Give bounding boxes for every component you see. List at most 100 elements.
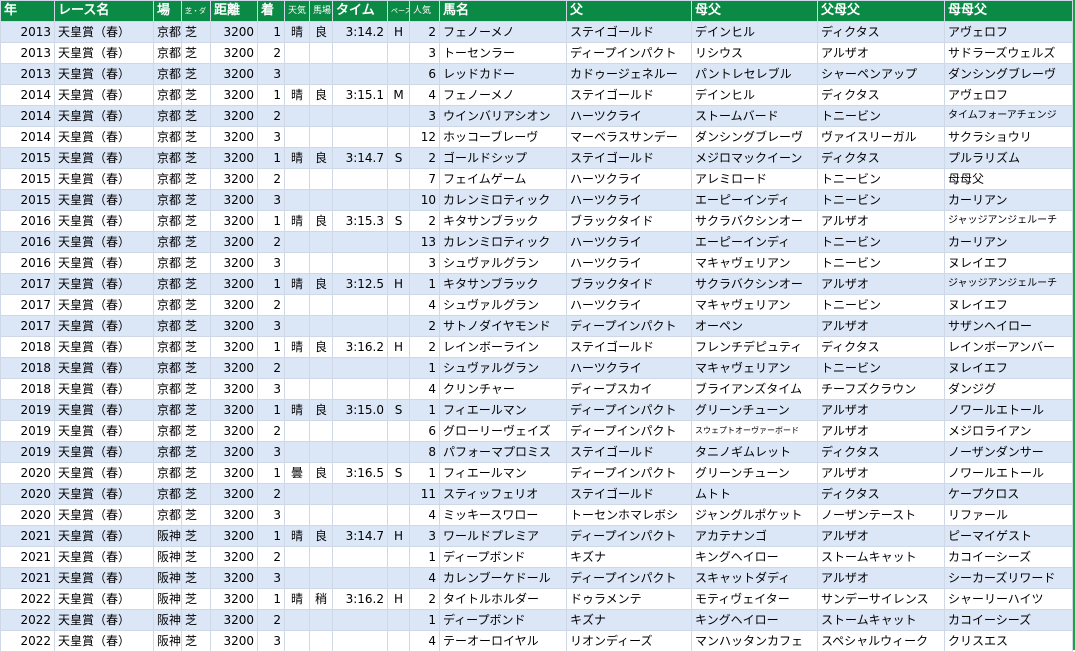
cell-race[interactable]: 天皇賞（春） — [54, 609, 154, 631]
cell-dam-sire[interactable]: マキャヴェリアン — [691, 252, 818, 274]
cell-year[interactable]: 2022 — [0, 609, 55, 631]
cell-dam-sire[interactable]: グリーンチューン — [691, 399, 818, 421]
cell-sire[interactable]: カドゥージェネルー — [566, 63, 692, 85]
cell-sire[interactable]: ディープインパクト — [566, 567, 692, 589]
cell-horse[interactable]: タイトルホルダー — [439, 588, 567, 610]
cell-race[interactable]: 天皇賞（春） — [54, 42, 154, 64]
cell-place[interactable]: 2 — [257, 105, 285, 127]
cell-race[interactable]: 天皇賞（春） — [54, 336, 154, 358]
cell-sire[interactable]: リオンディーズ — [566, 630, 692, 652]
cell-sire[interactable]: キズナ — [566, 609, 692, 631]
cell-popularity[interactable]: 4 — [409, 630, 440, 652]
cell-time[interactable] — [332, 483, 388, 505]
cell-pace[interactable] — [387, 315, 410, 337]
cell-pace[interactable]: H — [387, 336, 410, 358]
cell-pace[interactable] — [387, 504, 410, 526]
cell-horse[interactable]: レインボーライン — [439, 336, 567, 358]
cell-popularity[interactable]: 2 — [409, 336, 440, 358]
cell-weather[interactable] — [284, 567, 310, 589]
cell-distance[interactable]: 3200 — [210, 567, 258, 589]
cell-pace[interactable] — [387, 567, 410, 589]
cell-horse[interactable]: ゴールドシップ — [439, 147, 567, 169]
cell-horse[interactable]: キタサンブラック — [439, 210, 567, 232]
cell-weather[interactable]: 晴 — [284, 210, 310, 232]
cell-popularity[interactable]: 1 — [409, 462, 440, 484]
cell-popularity[interactable]: 4 — [409, 84, 440, 106]
cell-place[interactable]: 2 — [257, 231, 285, 253]
cell-going[interactable] — [309, 231, 333, 253]
cell-dam-sire[interactable]: スキャットダディ — [691, 567, 818, 589]
cell-venue[interactable]: 京都 — [153, 63, 182, 85]
cell-place[interactable]: 1 — [257, 525, 285, 547]
cell-going[interactable] — [309, 42, 333, 64]
cell-dam-dam-sire[interactable]: サザンヘイロー — [944, 315, 1073, 337]
cell-dam-dam-sire[interactable]: サドラーズウェルズ — [944, 42, 1073, 64]
cell-year[interactable]: 2019 — [0, 420, 55, 442]
cell-year[interactable]: 2021 — [0, 546, 55, 568]
cell-dam-sire[interactable]: ムトト — [691, 483, 818, 505]
cell-going[interactable] — [309, 546, 333, 568]
cell-surface[interactable]: 芝 — [181, 525, 211, 547]
cell-race[interactable]: 天皇賞（春） — [54, 588, 154, 610]
cell-sire[interactable]: ディープインパクト — [566, 525, 692, 547]
cell-horse[interactable]: カレンミロティック — [439, 189, 567, 211]
cell-horse[interactable]: シュヴァルグラン — [439, 357, 567, 379]
cell-venue[interactable]: 阪神 — [153, 630, 182, 652]
cell-venue[interactable]: 京都 — [153, 168, 182, 190]
cell-weather[interactable] — [284, 63, 310, 85]
cell-pace[interactable] — [387, 420, 410, 442]
cell-race[interactable]: 天皇賞（春） — [54, 168, 154, 190]
cell-venue[interactable]: 阪神 — [153, 567, 182, 589]
cell-venue[interactable]: 京都 — [153, 357, 182, 379]
cell-dam-dam-sire[interactable]: カーリアン — [944, 231, 1073, 253]
cell-dam-sire[interactable]: アレミロード — [691, 168, 818, 190]
col-header-distance[interactable]: 距離 — [210, 0, 258, 22]
cell-sire-dam-sire[interactable]: サンデーサイレンス — [817, 588, 945, 610]
cell-weather[interactable] — [284, 315, 310, 337]
cell-place[interactable]: 1 — [257, 147, 285, 169]
cell-distance[interactable]: 3200 — [210, 21, 258, 43]
cell-surface[interactable]: 芝 — [181, 189, 211, 211]
cell-distance[interactable]: 3200 — [210, 609, 258, 631]
cell-sire-dam-sire[interactable]: トニービン — [817, 189, 945, 211]
cell-pace[interactable]: M — [387, 84, 410, 106]
cell-distance[interactable]: 3200 — [210, 231, 258, 253]
cell-dam-sire[interactable]: モティヴェイター — [691, 588, 818, 610]
cell-dam-dam-sire[interactable]: カコイーシーズ — [944, 546, 1073, 568]
cell-race[interactable]: 天皇賞（春） — [54, 420, 154, 442]
cell-popularity[interactable]: 4 — [409, 504, 440, 526]
cell-year[interactable]: 2020 — [0, 483, 55, 505]
cell-sire-dam-sire[interactable]: ディクタス — [817, 483, 945, 505]
cell-place[interactable]: 1 — [257, 84, 285, 106]
cell-going[interactable]: 良 — [309, 462, 333, 484]
col-header-dam-dam-sire[interactable]: 母母父 — [944, 0, 1073, 22]
cell-time[interactable] — [332, 189, 388, 211]
cell-distance[interactable]: 3200 — [210, 273, 258, 295]
cell-popularity[interactable]: 2 — [409, 147, 440, 169]
cell-going[interactable] — [309, 609, 333, 631]
cell-pace[interactable]: H — [387, 588, 410, 610]
cell-dam-dam-sire[interactable]: カーリアン — [944, 189, 1073, 211]
cell-sire-dam-sire[interactable]: アルザオ — [817, 315, 945, 337]
cell-weather[interactable] — [284, 105, 310, 127]
cell-surface[interactable]: 芝 — [181, 231, 211, 253]
cell-pace[interactable] — [387, 483, 410, 505]
cell-dam-sire[interactable]: ストームバード — [691, 105, 818, 127]
cell-sire-dam-sire[interactable]: ストームキャット — [817, 609, 945, 631]
cell-sire-dam-sire[interactable]: ディクタス — [817, 336, 945, 358]
cell-horse[interactable]: ウインバリアシオン — [439, 105, 567, 127]
cell-popularity[interactable]: 3 — [409, 525, 440, 547]
cell-popularity[interactable]: 2 — [409, 21, 440, 43]
cell-dam-sire[interactable]: メジロマックイーン — [691, 147, 818, 169]
col-header-pace[interactable]: ペース — [387, 0, 410, 22]
cell-dam-sire[interactable]: タニノギムレット — [691, 441, 818, 463]
cell-sire[interactable]: ディープインパクト — [566, 420, 692, 442]
cell-horse[interactable]: フェイムゲーム — [439, 168, 567, 190]
cell-sire-dam-sire[interactable]: ヴァイスリーガル — [817, 126, 945, 148]
cell-dam-sire[interactable]: サクラバクシンオー — [691, 273, 818, 295]
cell-sire[interactable]: ディープスカイ — [566, 378, 692, 400]
cell-time[interactable]: 3:15.1 — [332, 84, 388, 106]
cell-distance[interactable]: 3200 — [210, 525, 258, 547]
cell-race[interactable]: 天皇賞（春） — [54, 252, 154, 274]
cell-sire[interactable]: ステイゴールド — [566, 147, 692, 169]
